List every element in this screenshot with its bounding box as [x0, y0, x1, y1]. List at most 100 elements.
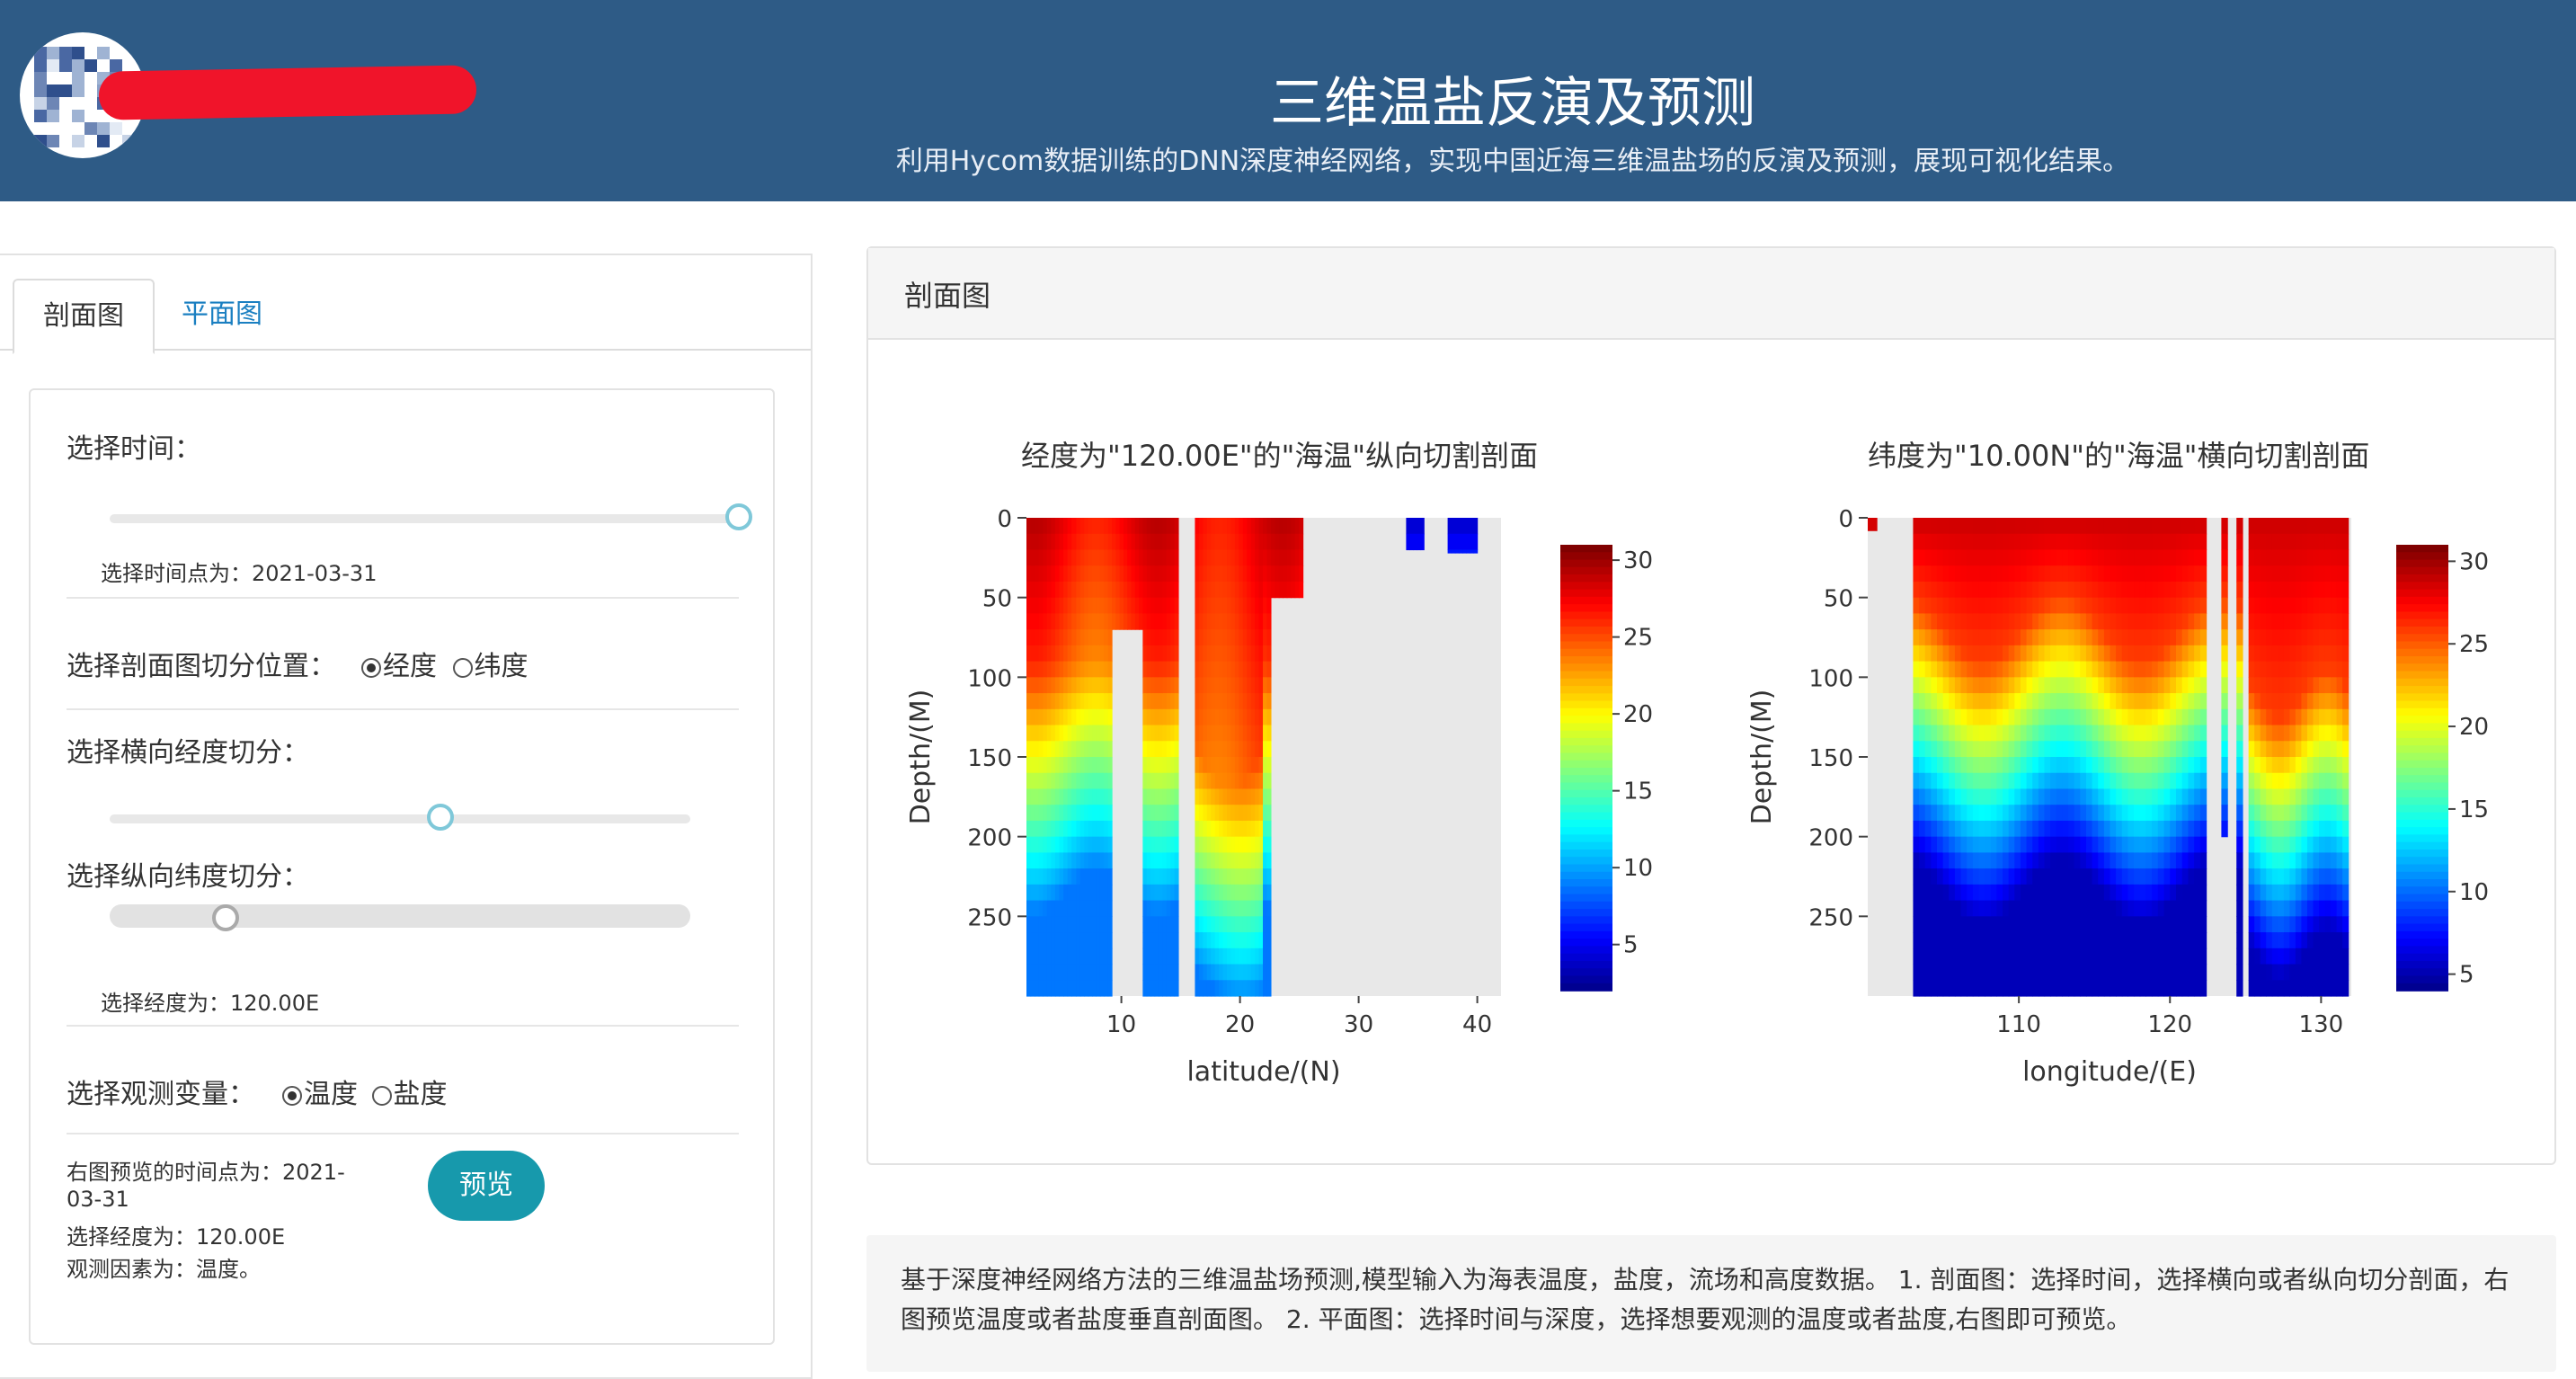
heatmap-cell [2248, 757, 2255, 774]
heatmap-cell [2301, 741, 2308, 758]
radio-longitude[interactable]: 经度 [361, 651, 437, 682]
heatmap-cell [2170, 741, 2177, 758]
heatmap-cell [2170, 980, 2177, 997]
heatmap-cell [2331, 836, 2338, 853]
heatmap-cell [2085, 805, 2093, 822]
heatmap-cell [1146, 549, 1151, 566]
heatmap-cell [1088, 533, 1093, 551]
heatmap-cell [1079, 980, 1085, 997]
heatmap-cell [1206, 581, 1212, 599]
radio-salinity-label[interactable]: 盐度 [394, 1079, 448, 1110]
heatmap-cell [2163, 852, 2171, 869]
heatmap-cell [1255, 741, 1260, 758]
heatmap-cell [1059, 613, 1064, 630]
heatmap-cell [1255, 645, 1260, 663]
heatmap-cell [2188, 629, 2195, 646]
heatmap-cell [1985, 629, 1992, 646]
heatmap-cell [1967, 677, 1974, 694]
heatmap-cell [1222, 805, 1228, 822]
heatmap-cell [1154, 836, 1159, 853]
heatmap-cell [2074, 820, 2081, 838]
heatmap-cell [2221, 597, 2228, 614]
heatmap-cell [1242, 884, 1248, 902]
radio-latitude-dot[interactable] [452, 658, 473, 678]
heatmap-cell [2188, 597, 2195, 614]
radio-salinity-dot[interactable] [371, 1086, 392, 1106]
heatmap-cell [2157, 836, 2165, 853]
heatmap-cell [2038, 581, 2046, 599]
heatmap-cell [1247, 980, 1252, 997]
heatmap-cell [2098, 916, 2105, 933]
radio-longitude-label[interactable]: 经度 [383, 651, 437, 682]
heatmap-cell [1473, 549, 1479, 554]
radio-temperature[interactable]: 温度 [282, 1079, 358, 1110]
heatmap-cell [2103, 900, 2111, 917]
heatmap-cell [2319, 836, 2326, 853]
heatmap-cell [2295, 884, 2303, 902]
radio-salinity[interactable]: 盐度 [371, 1079, 448, 1110]
radio-longitude-dot[interactable] [361, 658, 381, 678]
heatmap-cell [2188, 661, 2195, 678]
heatmap-cell [1038, 708, 1044, 726]
heatmap-cell [1247, 725, 1252, 742]
heatmap-cell [1211, 565, 1216, 583]
heatmap-cell [2331, 868, 2338, 885]
heatmap-cell [2271, 645, 2278, 663]
heatmap-cell [2062, 677, 2069, 694]
colorbar-segment [1560, 805, 1612, 814]
radio-latitude-label[interactable]: 纬度 [475, 651, 529, 682]
heatmap-cell [1985, 964, 1992, 981]
heatmap-cell [1263, 932, 1268, 949]
heatmap-cell [1291, 581, 1296, 599]
heatmap-cell [1092, 597, 1097, 614]
heatmap-cell [1174, 932, 1179, 949]
tab-plan[interactable]: 平面图 [153, 279, 291, 351]
heatmap-cell [2289, 645, 2296, 663]
heatmap-cell [2050, 964, 2057, 981]
heatmap-cell [1949, 868, 1956, 885]
radio-latitude[interactable]: 纬度 [452, 651, 529, 682]
heatmap-cell [1250, 757, 1256, 774]
tab-profile[interactable]: 剖面图 [13, 279, 155, 354]
heatmap-cell [1166, 788, 1171, 805]
heatmap-cell [1990, 772, 1997, 790]
heatmap-cell [1084, 948, 1089, 965]
lon-slider-track[interactable] [110, 814, 690, 823]
heatmap-cell [1255, 661, 1260, 678]
lat-slider-track[interactable] [110, 904, 690, 928]
heatmap-cell [1088, 757, 1093, 774]
heatmap-cell [2134, 852, 2141, 869]
heatmap-cell [2181, 549, 2190, 566]
radio-temperature-dot[interactable] [282, 1086, 302, 1106]
heatmap-cell [2110, 805, 2117, 822]
heatmap-cell [2134, 948, 2141, 965]
lat-slider-thumb[interactable] [212, 904, 240, 931]
heatmap-cell [1214, 948, 1220, 965]
heatmap-cell [2056, 916, 2064, 933]
heatmap-cell [2014, 772, 2021, 790]
radio-temperature-label[interactable]: 温度 [304, 1079, 358, 1110]
heatmap-cell [1035, 677, 1040, 694]
heatmap-cell [1247, 772, 1252, 790]
preview-button[interactable]: 预览 [428, 1151, 545, 1221]
heatmap-cell [1972, 932, 1980, 949]
heatmap-cell [2139, 900, 2146, 917]
heatmap-cell [1059, 677, 1064, 694]
heatmap-cell [2283, 948, 2290, 965]
heatmap-cell [1996, 788, 2003, 805]
heatmap-cell [1954, 805, 1962, 822]
heatmap-cell [2313, 613, 2320, 630]
heatmap-cell [1035, 708, 1040, 726]
lon-slider-thumb[interactable] [427, 804, 455, 831]
time-slider-track[interactable] [110, 514, 739, 523]
heatmap-cell [1203, 518, 1208, 535]
heatmap-cell [1960, 661, 1968, 678]
heatmap-cell [1978, 980, 1985, 997]
heatmap-cell [1239, 677, 1244, 694]
time-slider-thumb[interactable] [725, 503, 752, 530]
heatmap-cell [1458, 533, 1463, 551]
heatmap-cell [2056, 518, 2064, 535]
heatmap-cell [1227, 805, 1232, 822]
heatmap-cell [1967, 980, 1974, 997]
heatmap-cell [2248, 805, 2255, 822]
